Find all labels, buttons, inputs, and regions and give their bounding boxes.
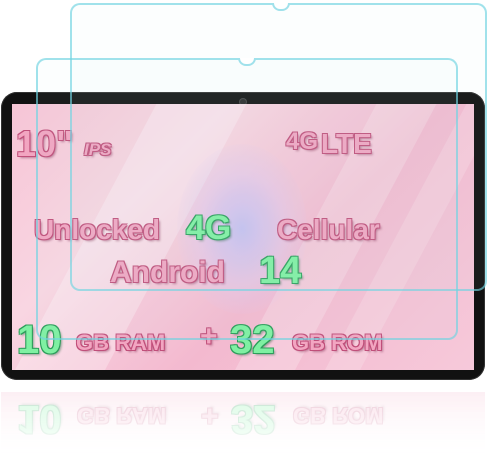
screen-protector-front <box>36 58 458 340</box>
reflection-rom-value: 32 <box>231 397 276 441</box>
reflection-plus: + <box>201 399 219 432</box>
reflection-rom-label: GB ROM <box>293 403 384 428</box>
reflection-ram-label: GB RAM <box>77 403 167 428</box>
reflection-ram-value: 10 <box>17 397 62 441</box>
reflection: 10 GB RAM + 32 GB ROM <box>1 392 485 460</box>
product-image: 10" IPS 4G LTE Unlocked 4G Cellular Andr… <box>0 0 488 460</box>
